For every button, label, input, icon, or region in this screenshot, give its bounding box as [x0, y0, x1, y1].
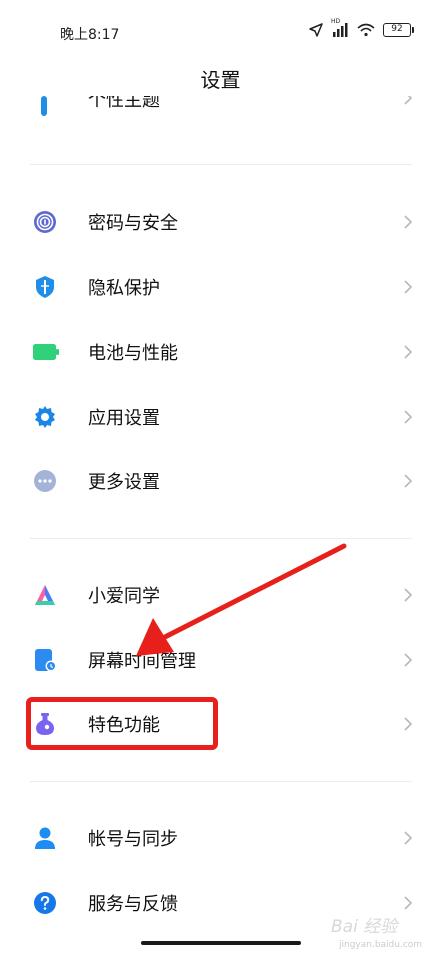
- settings-item-screen-time[interactable]: 屏幕时间管理: [0, 628, 441, 692]
- chevron-right-icon: [403, 830, 413, 846]
- settings-item-label: 隐私保护: [88, 278, 160, 299]
- status-bar: 晚上8:17 HD 92: [0, 0, 441, 64]
- settings-item-label: 密码与安全: [88, 213, 178, 234]
- section-divider: [30, 164, 412, 165]
- chevron-right-icon: [403, 473, 413, 489]
- help-icon: [33, 891, 57, 915]
- more-dots-icon: [33, 469, 57, 493]
- settings-item-label: 电池与性能: [88, 343, 178, 364]
- privacy-shield-icon: [33, 275, 57, 299]
- chevron-right-icon: [403, 716, 413, 732]
- watermark-text: Bai 经验: [331, 917, 398, 937]
- annotation-highlight-box: [26, 697, 218, 750]
- settings-item-privacy[interactable]: 隐私保护: [0, 255, 441, 319]
- chevron-right-icon: [403, 96, 413, 106]
- settings-item-app-settings[interactable]: 应用设置: [0, 385, 441, 449]
- account-icon: [33, 826, 57, 850]
- location-icon: [309, 23, 323, 37]
- chevron-right-icon: [403, 344, 413, 360]
- settings-item-xiaoai[interactable]: 小爱同学: [0, 563, 441, 627]
- xiaoai-icon: [33, 583, 57, 607]
- home-indicator[interactable]: [141, 941, 301, 945]
- fingerprint-icon: [33, 210, 57, 234]
- settings-item-password-security[interactable]: 密码与安全: [0, 190, 441, 254]
- wifi-icon: [357, 23, 375, 37]
- baidu-watermark: Bai 经验 jingyan.baidu.com: [331, 910, 435, 954]
- settings-item-label: 个性主题: [88, 96, 160, 111]
- settings-item-label: 服务与反馈: [88, 894, 178, 915]
- settings-item-label: 帐号与同步: [88, 829, 178, 850]
- settings-item-battery-performance[interactable]: 电池与性能: [0, 320, 441, 384]
- chevron-right-icon: [403, 279, 413, 295]
- settings-item-account-sync[interactable]: 帐号与同步: [0, 806, 441, 870]
- settings-item-label: 应用设置: [88, 408, 160, 429]
- gear-icon: [33, 405, 57, 429]
- chevron-right-icon: [403, 409, 413, 425]
- watermark-url: jingyan.baidu.com: [339, 940, 423, 950]
- chevron-right-icon: [403, 587, 413, 603]
- chevron-right-icon: [403, 652, 413, 668]
- settings-item-label: 更多设置: [88, 472, 160, 493]
- settings-item-label: 屏幕时间管理: [88, 651, 196, 672]
- settings-item-label: 小爱同学: [88, 586, 160, 607]
- section-divider: [30, 538, 412, 539]
- page-title: 设置: [200, 68, 241, 92]
- screen-time-icon: [33, 648, 57, 672]
- chevron-right-icon: [403, 895, 413, 911]
- status-icons: HD 92: [309, 18, 414, 38]
- chevron-right-icon: [403, 214, 413, 230]
- section-divider: [30, 781, 412, 782]
- settings-item-more-settings[interactable]: 更多设置: [0, 449, 441, 513]
- settings-item-theme[interactable]: 个性主题: [0, 96, 441, 122]
- battery-indicator: 92: [383, 23, 414, 37]
- battery-icon: [33, 340, 59, 364]
- signal-icon: HD: [331, 18, 349, 38]
- status-time: 晚上8:17: [60, 27, 120, 43]
- theme-icon: [37, 96, 51, 116]
